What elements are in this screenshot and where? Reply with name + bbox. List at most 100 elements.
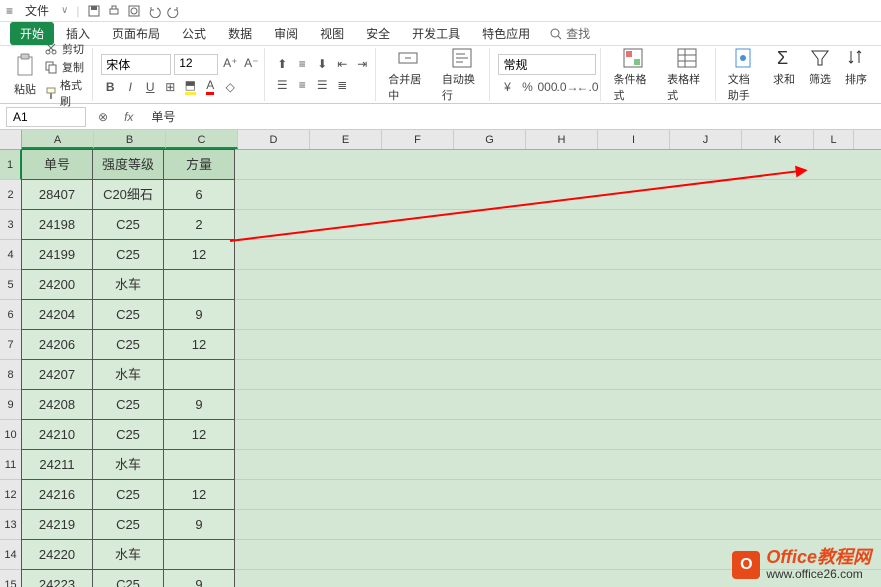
col-header-e[interactable]: E	[310, 130, 382, 149]
cell[interactable]: 9	[163, 569, 235, 587]
cell[interactable]: 12	[163, 239, 235, 270]
row-header[interactable]: 11	[0, 450, 22, 480]
underline-button[interactable]: U	[141, 78, 159, 96]
cell[interactable]: C25	[92, 509, 164, 540]
col-header-c[interactable]: C	[166, 130, 238, 149]
app-menu-button[interactable]: ≡	[6, 4, 13, 18]
cell[interactable]	[163, 539, 235, 570]
cell[interactable]: 9	[163, 509, 235, 540]
cell[interactable]: 12	[163, 419, 235, 450]
name-box[interactable]	[6, 107, 86, 127]
empty-cells[interactable]	[235, 180, 881, 210]
cell[interactable]: 24200	[21, 269, 93, 300]
empty-cells[interactable]	[235, 420, 881, 450]
col-header-j[interactable]: J	[670, 130, 742, 149]
merge-center-button[interactable]: 合并居中	[384, 45, 432, 105]
search-box[interactable]: 查找	[550, 25, 590, 42]
tab-formula[interactable]: 公式	[172, 22, 216, 45]
table-style-button[interactable]: 表格样式	[663, 45, 711, 105]
cell[interactable]: 24219	[21, 509, 93, 540]
cell[interactable]: C25	[92, 239, 164, 270]
col-header-d[interactable]: D	[238, 130, 310, 149]
percent-icon[interactable]: %	[518, 78, 536, 96]
cell[interactable]: 12	[163, 329, 235, 360]
cell[interactable]: 24208	[21, 389, 93, 420]
cell[interactable]: 24220	[21, 539, 93, 570]
cell[interactable]: 24206	[21, 329, 93, 360]
row-header[interactable]: 6	[0, 300, 22, 330]
font-color-button[interactable]: A	[201, 78, 219, 96]
file-dropdown-icon[interactable]: ∨	[61, 5, 68, 16]
empty-cells[interactable]	[235, 330, 881, 360]
decrease-indent-icon[interactable]: ⇤	[333, 55, 351, 73]
col-header-k[interactable]: K	[742, 130, 814, 149]
empty-cells[interactable]	[235, 300, 881, 330]
align-bottom-icon[interactable]: ⬇	[313, 55, 331, 73]
row-header[interactable]: 14	[0, 540, 22, 570]
undo-icon[interactable]	[147, 4, 161, 18]
col-header-h[interactable]: H	[526, 130, 598, 149]
fill-color-button[interactable]: ⬒	[181, 78, 199, 96]
cell[interactable]: 24211	[21, 449, 93, 480]
empty-cells[interactable]	[235, 480, 881, 510]
tab-view[interactable]: 视图	[310, 22, 354, 45]
cell[interactable]: 水车	[92, 539, 164, 570]
comma-icon[interactable]: 000	[538, 78, 556, 96]
font-size-select[interactable]: 12	[174, 54, 218, 75]
row-header[interactable]: 5	[0, 270, 22, 300]
cell[interactable]: 9	[163, 389, 235, 420]
empty-cells[interactable]	[235, 240, 881, 270]
copy-button[interactable]: 复制	[44, 59, 88, 75]
select-all-corner[interactable]	[0, 130, 22, 149]
doc-helper-button[interactable]: 文档助手	[724, 45, 763, 105]
cell[interactable]: 6	[163, 179, 235, 210]
row-header[interactable]: 10	[0, 420, 22, 450]
cell[interactable]: 单号	[21, 149, 93, 180]
empty-cells[interactable]	[235, 450, 881, 480]
empty-cells[interactable]	[235, 210, 881, 240]
filter-button[interactable]: 筛选	[805, 45, 835, 105]
row-header[interactable]: 3	[0, 210, 22, 240]
cell[interactable]: 强度等级	[92, 149, 164, 180]
sum-button[interactable]: Σ 求和	[769, 45, 799, 105]
col-header-f[interactable]: F	[382, 130, 454, 149]
conditional-format-button[interactable]: 条件格式	[609, 45, 657, 105]
cell[interactable]: 24210	[21, 419, 93, 450]
row-header[interactable]: 1	[0, 150, 22, 180]
cell[interactable]: 水车	[92, 269, 164, 300]
cell[interactable]: C25	[92, 479, 164, 510]
clear-format-button[interactable]: ◇	[221, 78, 239, 96]
cell[interactable]: C25	[92, 209, 164, 240]
cell[interactable]: 12	[163, 479, 235, 510]
row-header[interactable]: 2	[0, 180, 22, 210]
cell[interactable]: 24216	[21, 479, 93, 510]
spreadsheet-grid[interactable]: A B C D E F G H I J K L 1单号强度等级方量228407C…	[0, 130, 881, 587]
col-header-i[interactable]: I	[598, 130, 670, 149]
cell[interactable]: C25	[92, 389, 164, 420]
cell[interactable]	[163, 359, 235, 390]
align-middle-icon[interactable]: ≡	[293, 55, 311, 73]
cell[interactable]: 方量	[163, 149, 235, 180]
cell[interactable]: 28407	[21, 179, 93, 210]
cell[interactable]: C25	[92, 329, 164, 360]
cell[interactable]: 24207	[21, 359, 93, 390]
row-header[interactable]: 15	[0, 570, 22, 587]
col-header-b[interactable]: B	[94, 130, 166, 149]
redo-icon[interactable]	[167, 4, 181, 18]
sort-button[interactable]: 排序	[841, 45, 871, 105]
formula-bar[interactable]: 单号	[145, 106, 875, 127]
tab-security[interactable]: 安全	[356, 22, 400, 45]
wrap-text-button[interactable]: 自动换行	[438, 45, 486, 105]
cell[interactable]: C20细石	[92, 179, 164, 210]
bold-button[interactable]: B	[101, 78, 119, 96]
cell[interactable]	[163, 449, 235, 480]
tab-review[interactable]: 审阅	[264, 22, 308, 45]
row-header[interactable]: 13	[0, 510, 22, 540]
empty-cells[interactable]	[235, 360, 881, 390]
empty-cells[interactable]	[235, 510, 881, 540]
align-left-icon[interactable]: ☰	[273, 76, 291, 94]
file-menu[interactable]: 文件	[21, 2, 53, 19]
increase-font-icon[interactable]: A⁺	[221, 54, 239, 72]
col-header-a[interactable]: A	[22, 130, 94, 149]
justify-icon[interactable]: ≣	[333, 76, 351, 94]
